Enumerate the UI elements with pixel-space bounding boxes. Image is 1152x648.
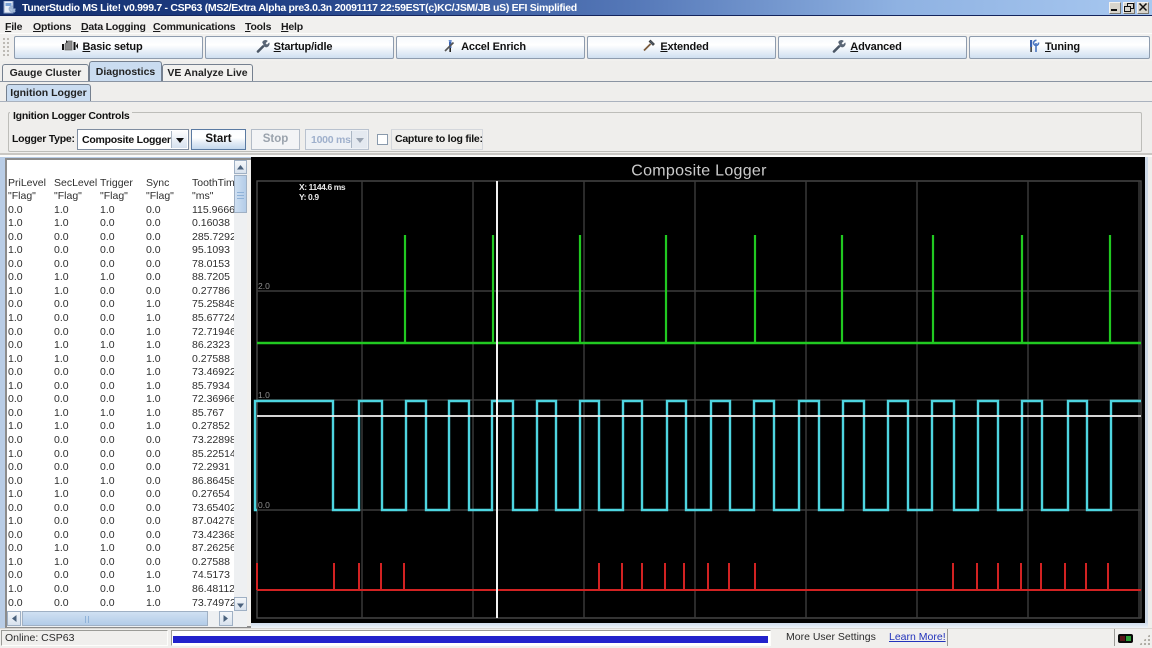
svg-text:X: 1144.6 ms: X: 1144.6 ms: [299, 182, 346, 192]
svg-text:0.0: 0.0: [258, 500, 270, 510]
svg-text:Y: 0.9: Y: 0.9: [299, 192, 319, 202]
svg-text:1.0: 1.0: [258, 390, 270, 400]
svg-text:Composite Logger: Composite Logger: [631, 163, 767, 180]
svg-text:2.0: 2.0: [258, 281, 270, 291]
